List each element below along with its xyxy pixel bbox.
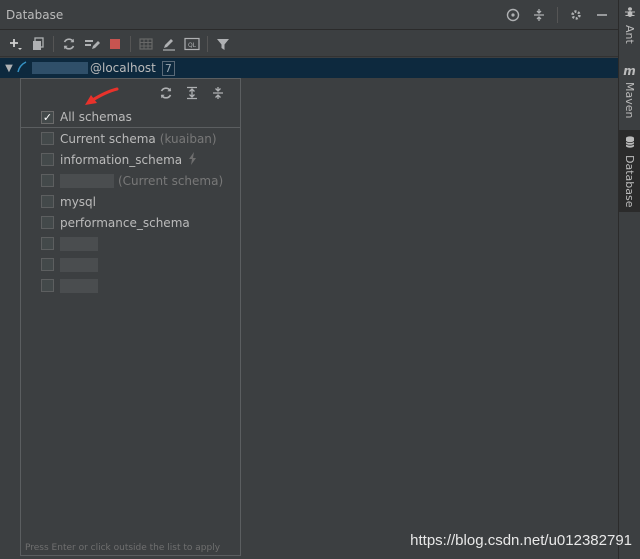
checkbox[interactable] bbox=[41, 237, 54, 250]
duplicate-icon[interactable] bbox=[27, 33, 49, 55]
stop-icon[interactable] bbox=[104, 33, 126, 55]
schema-hint: (kuaiban) bbox=[159, 131, 217, 146]
schema-list: ✓ All schemas Current schema (kuaiban) i… bbox=[21, 107, 240, 296]
redacted-text bbox=[32, 62, 88, 74]
list-item[interactable]: ✓ All schemas bbox=[21, 107, 240, 128]
datasource-host: @localhost bbox=[90, 61, 156, 75]
schema-label: performance_schema bbox=[60, 215, 190, 230]
schema-count-badge: 7 bbox=[161, 60, 175, 76]
list-item[interactable]: information_schema bbox=[21, 149, 240, 170]
lightning-icon bbox=[188, 151, 197, 168]
list-item[interactable]: (Current schema) bbox=[21, 170, 240, 191]
annotation-arrow-icon bbox=[85, 87, 119, 105]
list-item[interactable]: performance_schema bbox=[21, 212, 240, 233]
ant-icon bbox=[624, 6, 636, 21]
side-tab-label: Database bbox=[623, 155, 636, 208]
redacted-text bbox=[60, 236, 98, 251]
collapse-icon[interactable] bbox=[529, 5, 549, 25]
right-tool-strip: Ant m Maven Database bbox=[618, 0, 640, 559]
schema-label: information_schema bbox=[60, 152, 183, 167]
gear-icon[interactable] bbox=[566, 5, 586, 25]
schema-hint: (Current schema) bbox=[118, 173, 224, 188]
expand-all-icon[interactable] bbox=[182, 83, 202, 103]
database-icon bbox=[625, 136, 635, 151]
tool-window-header: Database bbox=[0, 0, 618, 30]
redacted-text bbox=[60, 257, 98, 272]
checkbox[interactable] bbox=[41, 216, 54, 229]
checkbox[interactable] bbox=[41, 174, 54, 187]
console-icon[interactable]: QL bbox=[181, 33, 203, 55]
maven-icon: m bbox=[623, 64, 636, 78]
schema-selection-popup: ✓ All schemas Current schema (kuaiban) i… bbox=[20, 78, 241, 556]
refresh-icon[interactable] bbox=[58, 33, 80, 55]
redacted-text bbox=[60, 278, 98, 293]
schema-label: mysql bbox=[60, 194, 96, 209]
schema-label: Current schema bbox=[60, 131, 156, 146]
watermark-text: https://blog.csdn.net/u012382791 bbox=[410, 532, 632, 549]
checkbox[interactable] bbox=[41, 258, 54, 271]
filter-icon[interactable] bbox=[212, 33, 234, 55]
popup-toolbar bbox=[21, 79, 240, 107]
tool-window-title: Database bbox=[6, 7, 64, 22]
list-item[interactable]: mysql bbox=[21, 191, 240, 212]
list-item[interactable] bbox=[21, 254, 240, 275]
database-toolbar: QL bbox=[0, 31, 618, 57]
list-item[interactable]: Current schema (kuaiban) bbox=[21, 128, 240, 149]
checkbox[interactable] bbox=[41, 153, 54, 166]
toolbar-separator bbox=[53, 35, 54, 52]
toolbar-separator bbox=[130, 35, 131, 52]
popup-footer-hint: Press Enter or click outside the list to… bbox=[25, 543, 221, 553]
side-tab-database[interactable]: Database bbox=[619, 130, 640, 212]
collapse-all-icon[interactable] bbox=[208, 83, 228, 103]
redacted-text bbox=[60, 173, 114, 188]
refresh-icon[interactable] bbox=[156, 83, 176, 103]
list-item[interactable] bbox=[21, 233, 240, 254]
header-separator bbox=[557, 6, 558, 23]
checkbox[interactable] bbox=[41, 195, 54, 208]
svg-text:QL: QL bbox=[188, 42, 197, 49]
table-icon[interactable] bbox=[135, 33, 157, 55]
target-icon[interactable] bbox=[503, 5, 523, 25]
checkbox[interactable] bbox=[41, 279, 54, 292]
side-tab-maven[interactable]: m Maven bbox=[619, 64, 640, 122]
mysql-icon bbox=[16, 60, 30, 76]
side-tab-label: Ant bbox=[623, 25, 636, 44]
side-tab-ant[interactable]: Ant bbox=[619, 6, 640, 52]
list-item[interactable] bbox=[21, 275, 240, 296]
expand-arrow-icon[interactable]: ▼ bbox=[2, 63, 16, 74]
edit-icon[interactable] bbox=[81, 33, 103, 55]
checkbox-checked[interactable]: ✓ bbox=[41, 110, 54, 124]
pencil-icon[interactable] bbox=[158, 33, 180, 55]
checkbox[interactable] bbox=[41, 132, 54, 145]
minimize-icon[interactable] bbox=[592, 5, 612, 25]
tree-row-datasource[interactable]: ▼ @localhost 7 bbox=[0, 58, 618, 78]
schema-label: All schemas bbox=[60, 110, 132, 124]
side-tab-label: Maven bbox=[623, 82, 636, 119]
add-icon[interactable] bbox=[4, 33, 26, 55]
toolbar-separator bbox=[207, 35, 208, 52]
